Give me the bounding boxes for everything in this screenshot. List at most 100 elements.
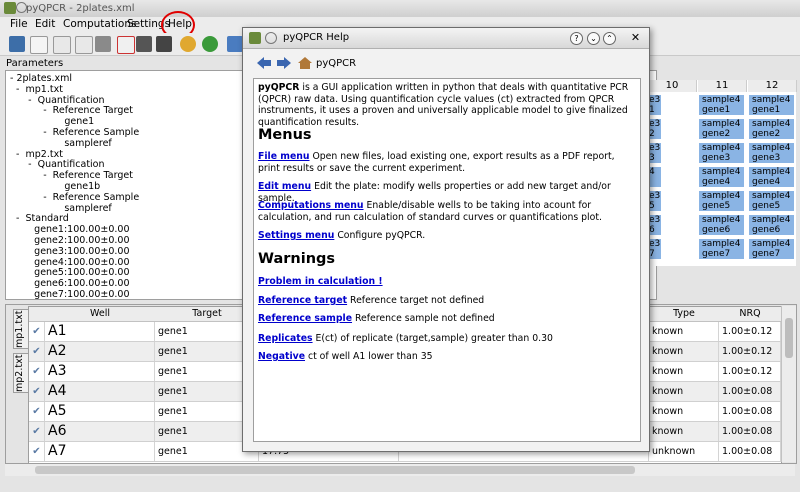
plate-well[interactable]: sample4 gene1: [748, 94, 795, 116]
tree-item[interactable]: - mp1.txt: [10, 84, 63, 95]
plate-well[interactable]: sample4 gene2: [698, 118, 745, 140]
help-title: pyQPCR Help: [283, 32, 350, 43]
print-icon[interactable]: [95, 36, 111, 52]
column-header[interactable]: NRQ: [719, 307, 781, 322]
plate-well[interactable]: sample4 gene3: [748, 142, 795, 164]
row-check-icon[interactable]: ✔: [29, 442, 45, 461]
problem-link[interactable]: Problem in calculation !: [258, 276, 383, 287]
plate-well[interactable]: sample4 gene4: [748, 166, 795, 188]
home-label[interactable]: pyQPCR: [316, 58, 356, 69]
plate-well[interactable]: sample4 gene5: [748, 190, 795, 212]
tree-item[interactable]: - Reference Target: [10, 105, 133, 116]
tree-item[interactable]: gene1:100.00±0.00: [10, 224, 129, 235]
parameters-label: Parameters: [6, 58, 64, 69]
tree-item[interactable]: gene3:100.00±0.00: [10, 246, 129, 257]
plate-well[interactable]: 4: [648, 166, 662, 188]
horizontal-scrollbar[interactable]: [5, 464, 795, 476]
replicates-link[interactable]: Replicates: [258, 333, 313, 344]
menu-edit[interactable]: Edit: [35, 18, 55, 30]
row-check-icon[interactable]: ✔: [29, 362, 45, 381]
tree-item[interactable]: gene4:100.00±0.00: [10, 257, 129, 268]
tree-item[interactable]: gene7:100.00±0.00: [10, 289, 129, 299]
row-check-icon[interactable]: ✔: [29, 402, 45, 421]
close-icon[interactable]: ✕: [630, 32, 641, 43]
undo-icon[interactable]: [180, 36, 196, 52]
plate-well[interactable]: sample4 gene1: [698, 94, 745, 116]
tree-item[interactable]: gene1b: [10, 181, 100, 192]
new-file-icon[interactable]: [30, 36, 48, 54]
redo-icon[interactable]: [202, 36, 218, 52]
forward-arrow-icon[interactable]: [277, 57, 291, 69]
column-header[interactable]: [29, 307, 46, 322]
file-menu-link[interactable]: File menu: [258, 151, 310, 162]
row-check-icon[interactable]: ✔: [29, 382, 45, 401]
plate-column-header[interactable]: 12: [748, 80, 797, 92]
warnings-heading: Warnings: [258, 251, 336, 267]
plate-well[interactable]: sample4 gene7: [748, 238, 795, 260]
save-as-icon[interactable]: [156, 36, 172, 52]
type-cell: unknown: [649, 442, 719, 461]
vertical-scrollbar[interactable]: [781, 306, 796, 462]
remove-icon[interactable]: [75, 36, 93, 54]
tree-item[interactable]: - Quantification: [10, 159, 104, 170]
menu-computations[interactable]: Computations: [63, 18, 136, 30]
back-arrow-icon[interactable]: [257, 57, 271, 69]
tree-item[interactable]: sampleref: [10, 138, 111, 149]
tree-item[interactable]: - Standard: [10, 213, 69, 224]
tree-item[interactable]: gene1: [10, 116, 94, 127]
plate-icon[interactable]: [227, 36, 243, 52]
plate-well[interactable]: sample4 gene2: [748, 118, 795, 140]
tree-item[interactable]: gene2:100.00±0.00: [10, 235, 129, 246]
intro-paragraph: pyQPCR is a GUI application written in p…: [258, 82, 636, 128]
plate-grid[interactable]: 10 11 12 e3 1 e3 2 e3 3 4 e3 5 e3 6 e3 7 sample4 g…: [648, 80, 797, 266]
tree-item[interactable]: - Reference Target: [10, 170, 133, 181]
tree-item[interactable]: - Quantification: [10, 95, 104, 106]
scroll-thumb[interactable]: [785, 318, 793, 358]
open-icon[interactable]: [9, 36, 25, 52]
plate-well[interactable]: sample4 gene5: [698, 190, 745, 212]
tree-item[interactable]: gene6:100.00±0.00: [10, 278, 129, 289]
plate-well[interactable]: sample4 gene6: [698, 214, 745, 236]
save-icon[interactable]: [136, 36, 152, 52]
help-question-icon[interactable]: ?: [570, 32, 583, 45]
plate-well[interactable]: e3 1: [648, 94, 662, 116]
add-icon[interactable]: [53, 36, 71, 54]
settings-menu-link[interactable]: Settings menu: [258, 230, 334, 241]
plate-well[interactable]: e3 2: [648, 118, 662, 140]
column-header[interactable]: Well: [45, 307, 156, 322]
row-check-icon[interactable]: ✔: [29, 322, 45, 341]
tree-item[interactable]: sampleref: [10, 203, 111, 214]
row-check-icon[interactable]: ✔: [29, 422, 45, 441]
plate-well[interactable]: sample4 gene4: [698, 166, 745, 188]
tree-item[interactable]: - Reference Sample: [10, 127, 139, 138]
tree-item[interactable]: gene5:100.00±0.00: [10, 267, 129, 278]
plate-well[interactable]: e3 3: [648, 142, 662, 164]
plate-well[interactable]: e3 6: [648, 214, 662, 236]
plate-well[interactable]: e3 7: [648, 238, 662, 260]
maximize-icon[interactable]: ⌃: [603, 32, 616, 45]
computations-menu-link[interactable]: Computations menu: [258, 200, 364, 211]
negative-link[interactable]: Negative: [258, 351, 305, 362]
plate-column-header[interactable]: 11: [698, 80, 747, 92]
plate-column-header[interactable]: 10: [648, 80, 697, 92]
edit-menu-link[interactable]: Edit menu: [258, 181, 311, 192]
minimize-icon[interactable]: ⌄: [587, 32, 600, 45]
menu-file[interactable]: File: [10, 18, 28, 30]
window-menu-icon[interactable]: [265, 32, 277, 44]
hscroll-thumb[interactable]: [35, 466, 635, 474]
settings-menu-text: Configure pyQPCR.: [334, 230, 426, 241]
plate-well[interactable]: sample4 gene3: [698, 142, 745, 164]
pdf-icon[interactable]: [117, 36, 135, 54]
well-cell: A7: [45, 442, 155, 461]
reference-target-link[interactable]: Reference target: [258, 295, 347, 306]
tree-item[interactable]: - mp2.txt: [10, 149, 63, 160]
reference-sample-link[interactable]: Reference sample: [258, 313, 352, 324]
row-check-icon[interactable]: ✔: [29, 342, 45, 361]
column-header[interactable]: Type: [649, 307, 720, 322]
plate-well[interactable]: e3 5: [648, 190, 662, 212]
plate-well[interactable]: sample4 gene7: [698, 238, 745, 260]
tree-item[interactable]: - 2plates.xml: [10, 73, 72, 84]
tree-item[interactable]: - Reference Sample: [10, 192, 139, 203]
home-icon[interactable]: [298, 57, 312, 69]
plate-well[interactable]: sample4 gene6: [748, 214, 795, 236]
